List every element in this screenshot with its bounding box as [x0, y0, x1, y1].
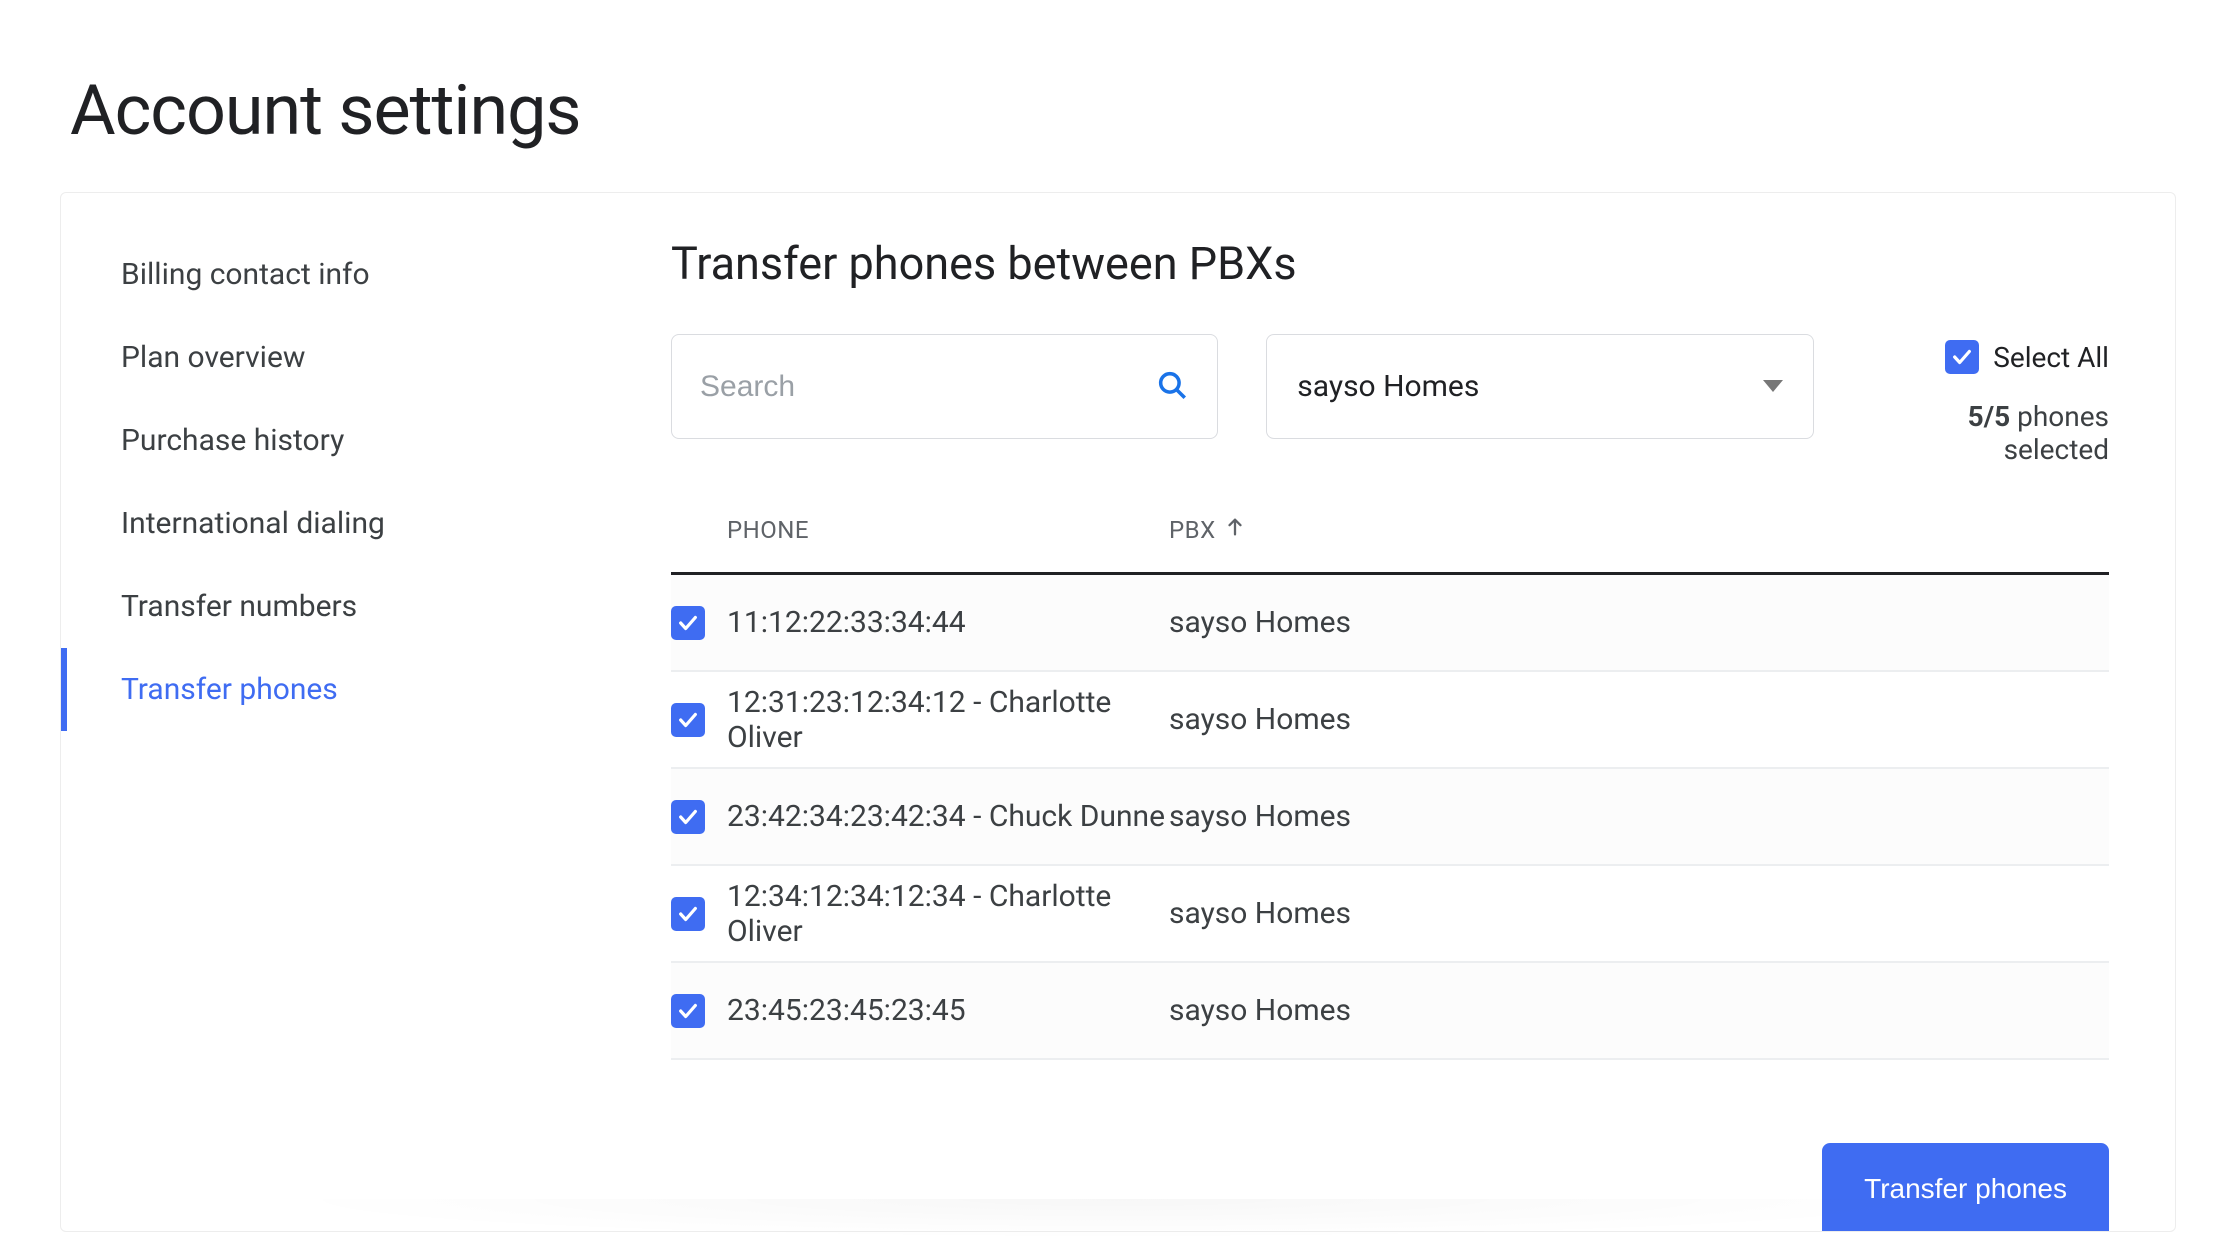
- selection-status: 5/5 phones selected: [1862, 400, 2109, 466]
- check-icon: [677, 612, 699, 634]
- search-field[interactable]: [671, 334, 1218, 439]
- pbx-selected-label: sayso Homes: [1297, 369, 1479, 404]
- row-checkbox[interactable]: [671, 897, 705, 931]
- sidebar-item-transfer-numbers[interactable]: Transfer numbers: [61, 565, 671, 648]
- page-title: Account settings: [0, 0, 2236, 182]
- column-phone[interactable]: PHONE: [727, 516, 1169, 544]
- row-checkbox[interactable]: [671, 606, 705, 640]
- check-icon: [677, 709, 699, 731]
- selection-count: 5/5: [1968, 400, 2011, 433]
- sidebar-item-plan[interactable]: Plan overview: [61, 316, 671, 399]
- search-icon[interactable]: [1155, 368, 1189, 406]
- controls-row: sayso Homes Select All 5/5 phones select…: [671, 334, 2109, 466]
- column-pbx[interactable]: PBX: [1169, 516, 2109, 544]
- table-row[interactable]: 23:42:34:23:42:34 - Chuck Dunnesayso Hom…: [671, 769, 2109, 866]
- row-checkbox[interactable]: [671, 994, 705, 1028]
- pbx-select[interactable]: sayso Homes: [1266, 334, 1813, 439]
- sidebar: Billing contact infoPlan overviewPurchas…: [61, 193, 671, 1231]
- selection-suffix: phones selected: [2004, 400, 2109, 466]
- select-all-toggle[interactable]: Select All: [1945, 340, 2109, 374]
- row-pbx: sayso Homes: [1169, 605, 2109, 640]
- transfer-phones-button[interactable]: Transfer phones: [1822, 1143, 2109, 1231]
- sidebar-item-transfer-phones[interactable]: Transfer phones: [61, 648, 671, 731]
- sidebar-item-purchase[interactable]: Purchase history: [61, 399, 671, 482]
- arrow-up-icon: [1224, 516, 1246, 544]
- select-all-label: Select All: [1993, 341, 2109, 374]
- row-phone: 23:42:34:23:42:34 - Chuck Dunne: [727, 799, 1169, 834]
- search-input[interactable]: [700, 370, 1155, 404]
- sidebar-item-international[interactable]: International dialing: [61, 482, 671, 565]
- table-header: PHONE PBX: [671, 516, 2109, 575]
- row-phone: 23:45:23:45:23:45: [727, 993, 1169, 1028]
- row-phone: 12:31:23:12:34:12 - Charlotte Oliver: [727, 685, 1169, 755]
- check-icon: [677, 806, 699, 828]
- table-row[interactable]: 12:34:12:34:12:34 - Charlotte Oliversays…: [671, 866, 2109, 963]
- check-icon: [677, 1000, 699, 1022]
- dropdown-icon: [1763, 377, 1783, 396]
- column-pbx-label: PBX: [1169, 516, 1216, 544]
- sidebar-item-billing[interactable]: Billing contact info: [61, 233, 671, 316]
- table-row[interactable]: 23:45:23:45:23:45sayso Homes: [671, 963, 2109, 1060]
- row-pbx: sayso Homes: [1169, 799, 2109, 834]
- check-icon: [677, 903, 699, 925]
- main-title: Transfer phones between PBXs: [671, 237, 2109, 290]
- main-content: Transfer phones between PBXs sayso Homes: [671, 193, 2175, 1231]
- phones-table: PHONE PBX 11:12:22:33:34:44sayso Homes12…: [671, 516, 2109, 1060]
- row-phone: 12:34:12:34:12:34 - Charlotte Oliver: [727, 879, 1169, 949]
- table-row[interactable]: 11:12:22:33:34:44sayso Homes: [671, 575, 2109, 672]
- check-icon: [1951, 346, 1973, 368]
- select-all-checkbox[interactable]: [1945, 340, 1979, 374]
- row-checkbox[interactable]: [671, 703, 705, 737]
- right-controls: Select All 5/5 phones selected: [1862, 334, 2109, 466]
- settings-panel: Billing contact infoPlan overviewPurchas…: [60, 192, 2176, 1232]
- row-pbx: sayso Homes: [1169, 993, 2109, 1028]
- row-checkbox[interactable]: [671, 800, 705, 834]
- table-row[interactable]: 12:31:23:12:34:12 - Charlotte Oliversays…: [671, 672, 2109, 769]
- row-phone: 11:12:22:33:34:44: [727, 605, 1169, 640]
- row-pbx: sayso Homes: [1169, 702, 2109, 737]
- row-pbx: sayso Homes: [1169, 896, 2109, 931]
